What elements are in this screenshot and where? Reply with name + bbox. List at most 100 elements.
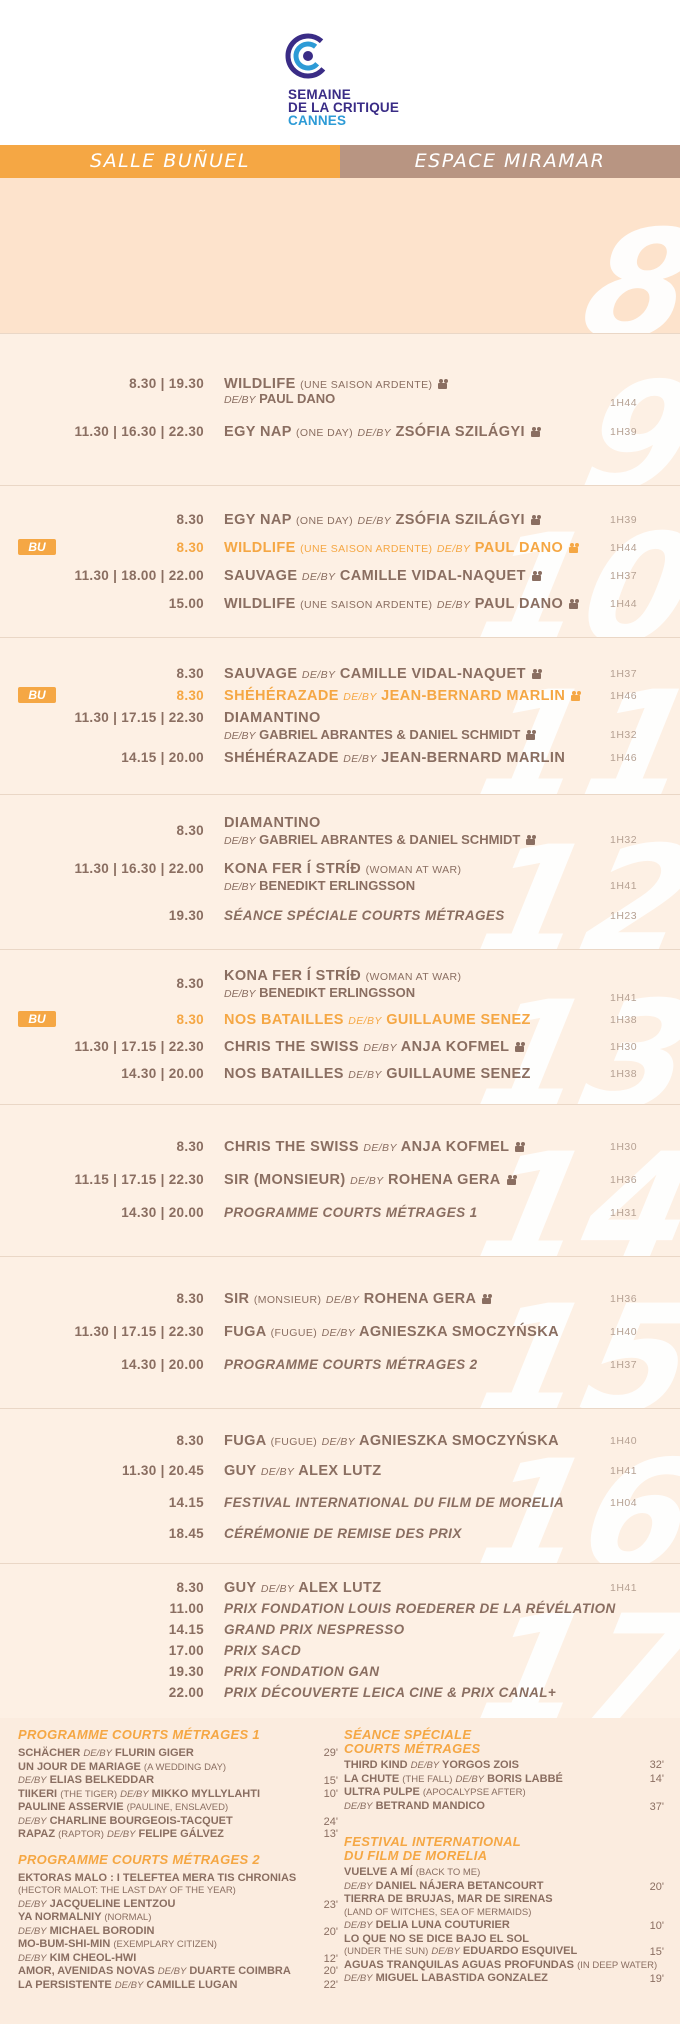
duration: 1H40	[610, 1326, 638, 1338]
short-films-footer: PROGRAMME COURTS MÉTRAGES 1 SCHÄCHER DE/…	[0, 1718, 680, 2024]
camera-icon	[482, 1294, 494, 1304]
screening-times: 11.30 | 16.30 | 22.00	[74, 861, 204, 876]
screening-row[interactable]: 8.30 DIAMANTINO	[0, 814, 680, 838]
screening-row[interactable]: 22.00 PRIX DÉCOUVERTE LEICA CINE & PRIX …	[0, 1684, 680, 1702]
screening-times: 8.30	[176, 1291, 204, 1306]
film-title: DIAMANTINO	[224, 710, 321, 726]
screening-times: 11.00	[169, 1601, 204, 1616]
film-title: SIR (MONSIEUR) DE/BY ROHENA GERA	[224, 1171, 519, 1190]
section-heading: DU FILM DE MORELIA	[344, 1848, 488, 1863]
screening-times: 11.30 | 16.30 | 22.30	[74, 424, 204, 439]
screening-row[interactable]: 11.30 | 16.30 | 22.00 KONA FER Í STRÍÐ (…	[0, 860, 680, 878]
screening-row[interactable]: 14.30 | 20.00 PROGRAMME COURTS MÉTRAGES …	[0, 1204, 680, 1222]
left-column: PROGRAMME COURTS MÉTRAGES 1 SCHÄCHER DE/…	[18, 1728, 338, 1992]
camera-icon	[526, 730, 538, 740]
logo-wordmark: SEMAINE DE LA CRITIQUE CANNES	[288, 88, 399, 128]
screening-times: 8.30	[176, 1433, 204, 1448]
screening-row[interactable]: 18.45 CÉRÉMONIE DE REMISE DES PRIX	[0, 1525, 680, 1543]
day-band-17: 17 8.30 GUY DE/BY ALEX LUTZ 1H41 11.00 P…	[0, 1563, 680, 1718]
divider	[0, 1408, 680, 1409]
screening-row[interactable]: BU 8.30 WILDLIFE (UNE SAISON ARDENTE) DE…	[0, 539, 680, 557]
award-title: PRIX DÉCOUVERTE LEICA CINE & PRIX CANAL+	[224, 1685, 557, 1700]
day-number: 8	[569, 199, 680, 333]
section-heading: COURTS MÉTRAGES	[344, 1741, 481, 1756]
screening-row[interactable]: 15.00 WILDLIFE (UNE SAISON ARDENTE) DE/B…	[0, 595, 680, 613]
screening-times: 8.30	[176, 512, 204, 527]
screening-row[interactable]: 14.15 FESTIVAL INTERNATIONAL DU FILM DE …	[0, 1494, 680, 1512]
film-title: EGY NAP (ONE DAY) DE/BY ZSÓFIA SZILÁGYI	[224, 423, 543, 442]
camera-icon	[569, 599, 581, 609]
screening-row[interactable]: 17.00 PRIX SACD	[0, 1642, 680, 1660]
screening-times: 19.30	[168, 1664, 204, 1679]
screening-row[interactable]: 19.30 SÉANCE SPÉCIALE COURTS MÉTRAGES 1H…	[0, 907, 680, 925]
screening-times: 8.30	[176, 1139, 204, 1154]
screening-row[interactable]: 11.30 | 17.15 | 22.30 CHRIS THE SWISS DE…	[0, 1038, 680, 1056]
short-film-item: VUELVE A MÍ (BACK TO ME) DE/BY DANIEL NÁJ…	[344, 1866, 664, 1893]
screening-row[interactable]: 8.30 SAUVAGE DE/BY CAMILLE VIDAL-NAQUET …	[0, 665, 680, 683]
short-film-item: UN JOUR DE MARIAGE (A WEDDING DAY) DE/BY …	[18, 1760, 338, 1788]
screening-row[interactable]: 8.30 GUY DE/BY ALEX LUTZ 1H41	[0, 1579, 680, 1597]
short-film-item: YA NORMALNIY (NORMAL) DE/BY MICHAEL BOROD…	[18, 1911, 338, 1938]
camera-icon	[438, 379, 450, 389]
screening-row[interactable]: 11.00 PRIX FONDATION LOUIS ROEDERER DE L…	[0, 1600, 680, 1618]
screening-row[interactable]: 19.30 PRIX FONDATION GAN	[0, 1663, 680, 1681]
film-title: GUY DE/BY ALEX LUTZ	[224, 1580, 382, 1596]
duration: 1H41	[610, 1582, 638, 1594]
screening-row[interactable]: 11.30 | 20.45 GUY DE/BY ALEX LUTZ 1H41	[0, 1462, 680, 1480]
screening-row[interactable]: 8.30 FUGA (FUGUE) DE/BY AGNIESZKA SMOCZY…	[0, 1432, 680, 1450]
director-line: DE/BY BENEDIKT ERLINGSSON	[224, 878, 416, 893]
screening-row[interactable]: 11.30 | 18.00 | 22.00 SAUVAGE DE/BY CAMI…	[0, 567, 680, 585]
short-film-item: SCHÄCHER DE/BY FLURIN GIGER 29'	[18, 1747, 338, 1759]
screening-row[interactable]: 11.30 | 17.15 | 22.30 FUGA (FUGUE) DE/BY…	[0, 1323, 680, 1341]
logo-line-3: CANNES	[288, 113, 347, 128]
director-line: DE/BY GABRIEL ABRANTES & DANIEL SCHMIDT	[224, 726, 538, 745]
day-band-14: 14 8.30 CHRIS THE SWISS DE/BY ANJA KOFME…	[0, 1104, 680, 1256]
header: SEMAINE DE LA CRITIQUE CANNES	[0, 0, 680, 145]
duration: 1H39	[610, 514, 638, 526]
screening-row[interactable]: 8.30 CHRIS THE SWISS DE/BY ANJA KOFMEL 1…	[0, 1138, 680, 1156]
duration: 1H30	[610, 1041, 638, 1053]
award-title: PRIX FONDATION GAN	[224, 1664, 380, 1679]
screening-row[interactable]: 14.15 GRAND PRIX NESPRESSO	[0, 1621, 680, 1639]
screening-row[interactable]: BU 8.30 SHÉHÉRAZADE DE/BY JEAN-BERNARD M…	[0, 687, 680, 705]
screening-row[interactable]: BU 8.30 NOS BATAILLES DE/BY GUILLAUME SE…	[0, 1011, 680, 1029]
duration: 1H41	[610, 880, 638, 892]
camera-icon	[506, 1175, 519, 1185]
film-title: SÉANCE SPÉCIALE COURTS MÉTRAGES	[224, 908, 505, 923]
film-title: SAUVAGE DE/BY CAMILLE VIDAL-NAQUET	[224, 665, 544, 684]
screening-row[interactable]: 14.30 | 20.00 NOS BATAILLES DE/BY GUILLA…	[0, 1065, 680, 1083]
film-title: PROGRAMME COURTS MÉTRAGES 2	[224, 1357, 478, 1372]
short-film-item: LO QUE NO SE DICE BAJO EL SOL (UNDER THE …	[344, 1932, 664, 1959]
screening-row[interactable]: 11.30 | 17.15 | 22.30 DIAMANTINO	[0, 709, 680, 727]
director-row: DE/BY BENEDIKT ERLINGSSON 1H41	[0, 984, 680, 1004]
screening-row[interactable]: 8.30 KONA FER Í STRÍÐ (WOMAN AT WAR)	[0, 967, 680, 991]
screening-times: 8.30	[176, 688, 204, 703]
day-band-9: 9 8.30 | 19.30 WILDLIFE (UNE SAISON ARDE…	[0, 333, 680, 485]
screening-times: 22.00	[168, 1685, 204, 1700]
film-title: SAUVAGE DE/BY CAMILLE VIDAL-NAQUET	[224, 567, 544, 586]
short-film-item: ULTRA PULPE (APOCALYPSE AFTER) DE/BY BETR…	[344, 1786, 664, 1813]
screening-row[interactable]: 11.15 | 17.15 | 22.30 SIR (MONSIEUR) DE/…	[0, 1171, 680, 1189]
day-band-8: 8	[0, 178, 680, 333]
duration: 1H41	[610, 992, 638, 1004]
camera-icon	[515, 1142, 527, 1152]
duration: 1H32	[610, 729, 638, 741]
screening-row[interactable]: 14.15 | 20.00 SHÉHÉRAZADE DE/BY JEAN-BER…	[0, 749, 680, 767]
duration: 1H32	[610, 834, 638, 846]
duration: 1H30	[610, 1141, 638, 1153]
screening-times: 8.30	[176, 540, 204, 555]
camera-icon	[530, 515, 543, 525]
director-row: DE/BY GABRIEL ABRANTES & DANIEL SCHMIDT …	[0, 726, 680, 744]
film-title: FESTIVAL INTERNATIONAL DU FILM DE MORELI…	[224, 1495, 565, 1510]
film-title: WILDLIFE (UNE SAISON ARDENTE) DE/BY PAUL…	[224, 595, 581, 614]
screening-row[interactable]: 8.30 SIR (MONSIEUR) DE/BY ROHENA GERA 1H…	[0, 1290, 680, 1308]
day-band-10: 10 8.30 EGY NAP (ONE DAY) DE/BY ZSÓFIA S…	[0, 485, 680, 637]
film-title: CHRIS THE SWISS DE/BY ANJA KOFMEL	[224, 1138, 527, 1157]
screening-row[interactable]: 11.30 | 16.30 | 22.30 EGY NAP (ONE DAY) …	[0, 423, 680, 441]
tab-salle-bunuel[interactable]: SALLE BUÑUEL	[0, 145, 340, 178]
screening-row[interactable]: 14.30 | 20.00 PROGRAMME COURTS MÉTRAGES …	[0, 1356, 680, 1374]
screening-row[interactable]: 8.30 EGY NAP (ONE DAY) DE/BY ZSÓFIA SZIL…	[0, 511, 680, 529]
tab-espace-miramar[interactable]: ESPACE MIRAMAR	[340, 145, 680, 178]
divider	[0, 1104, 680, 1105]
section-heading: FESTIVAL INTERNATIONAL	[344, 1834, 522, 1849]
